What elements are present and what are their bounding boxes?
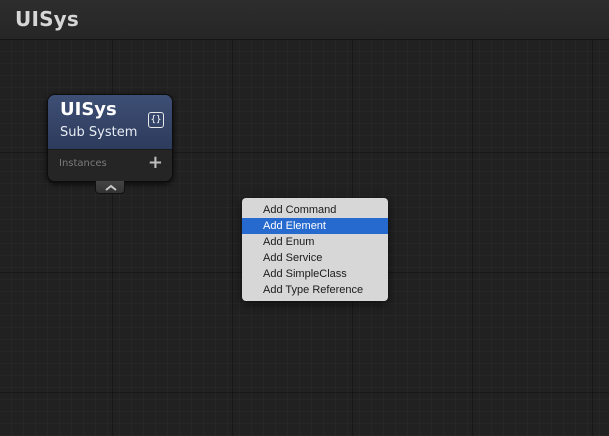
menu-item-add-simpleclass[interactable]: Add SimpleClass xyxy=(242,266,388,282)
graph-editor-window: UISys UISys Sub System {} Instances + Ad… xyxy=(0,0,609,436)
node-header[interactable]: UISys Sub System {} xyxy=(48,95,172,150)
context-menu: Add Command Add Element Add Enum Add Ser… xyxy=(242,198,388,301)
node-subtitle: Sub System xyxy=(60,125,138,140)
menu-item-add-service[interactable]: Add Service xyxy=(242,250,388,266)
menu-item-add-enum[interactable]: Add Enum xyxy=(242,234,388,250)
collapse-toggle[interactable] xyxy=(95,181,125,194)
instances-label: Instances xyxy=(59,158,107,169)
title-bar: UISys xyxy=(0,0,609,40)
menu-item-add-element[interactable]: Add Element xyxy=(242,218,388,234)
braces-icon: {} xyxy=(148,112,164,128)
instances-section: Instances + xyxy=(48,150,172,181)
chevron-up-icon xyxy=(105,184,117,191)
window-title: UISys xyxy=(15,7,80,31)
add-instance-icon[interactable]: + xyxy=(148,152,163,173)
menu-item-add-command[interactable]: Add Command xyxy=(242,202,388,218)
node-title: UISys xyxy=(60,99,117,120)
menu-item-add-type-reference[interactable]: Add Type Reference xyxy=(242,282,388,298)
subsystem-node[interactable]: UISys Sub System {} Instances + xyxy=(47,94,173,182)
